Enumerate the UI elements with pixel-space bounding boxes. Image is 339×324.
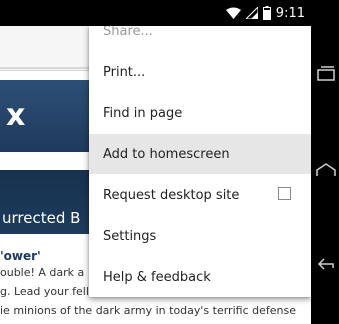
wifi-icon [225, 7, 241, 19]
menu-item-help-feedback[interactable]: Help & feedback [89, 257, 311, 297]
menu-item-label: Share... [103, 26, 153, 39]
menu-item-request-desktop-site[interactable]: Request desktop site [89, 175, 311, 215]
menu-item-print[interactable]: Print... [89, 52, 311, 92]
status-time: 9:11 [275, 5, 305, 21]
battery-icon [262, 6, 271, 20]
signal-icon [245, 7, 258, 19]
menu-item-settings[interactable]: Settings [89, 216, 311, 256]
article-text-line: ouble! A dark a [0, 266, 85, 279]
status-icons: 9:11 [225, 4, 305, 22]
browser-screen: x urrected B 'ower' ouble! A dark a g. L… [0, 0, 311, 324]
desktop-site-checkbox[interactable] [278, 187, 291, 200]
menu-item-find-in-page[interactable]: Find in page [89, 93, 311, 133]
menu-item-label: Add to homescreen [103, 146, 230, 162]
menu-item-label: Settings [103, 228, 157, 244]
menu-item-add-to-homescreen[interactable]: Add to homescreen [89, 134, 311, 174]
home-icon[interactable] [315, 160, 337, 182]
navigation-bar [311, 0, 339, 324]
banner-close-glyph: x [6, 98, 26, 133]
menu-item-label: Help & feedback [103, 269, 211, 285]
article-text-line: ie minions of the dark army in today's t… [0, 304, 296, 317]
menu-item-label: Request desktop site [103, 187, 240, 203]
back-icon[interactable] [315, 253, 337, 275]
article-title[interactable]: 'ower' [0, 249, 41, 263]
menu-item-label: Print... [103, 64, 146, 80]
status-bar: 9:11 [0, 0, 311, 26]
menu-item-share[interactable]: Share... [89, 26, 311, 51]
banner-headline: urrected B [2, 209, 81, 227]
recents-icon[interactable] [315, 63, 337, 85]
overflow-menu: Share... Print... Find in page Add to ho… [89, 26, 311, 297]
menu-item-label: Find in page [103, 105, 183, 121]
